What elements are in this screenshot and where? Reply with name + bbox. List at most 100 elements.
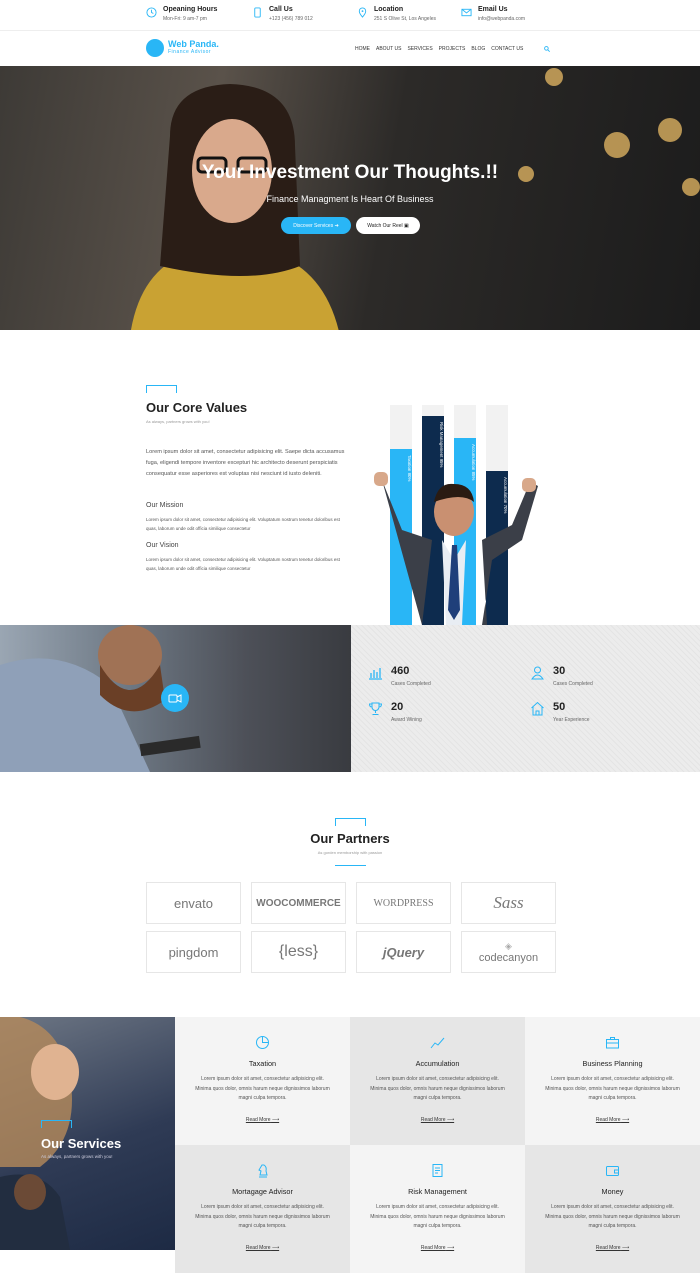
home-icon (531, 701, 544, 716)
briefcase-icon (606, 1037, 619, 1049)
video-icon: ▣ (404, 222, 409, 229)
read-more-label: Read More (595, 1245, 621, 1251)
stats-section: 460 Cases Completed 30 Cases Completed 20 A… (0, 625, 700, 772)
hours-value: Mon-Fri: 9 am-7 pm (163, 16, 207, 22)
arrow-right-icon: ⟶ (271, 1245, 280, 1251)
email-value[interactable]: info@webpanda.com (478, 16, 525, 22)
navbar: Web Panda. Finance Advisor HOME ABOUT US … (0, 30, 700, 66)
top-info-bar: Opeaning Hours Mon-Fri: 9 am-7 pm Call Us… (0, 0, 700, 30)
service-card-taxation[interactable]: Taxation Lorem ipsum dolor sit amet, con… (175, 1017, 350, 1145)
read-more-link[interactable]: Read More ⟶ (175, 1245, 350, 1251)
stats-panel: 460 Cases Completed 30 Cases Completed 20 A… (351, 625, 700, 772)
read-more-label: Read More (420, 1245, 446, 1251)
read-more-link[interactable]: Read More ⟶ (350, 1245, 525, 1251)
stat-number: 50 (553, 701, 566, 713)
location-value: 251 S Olive St, Los Angeles (374, 16, 436, 22)
arrow-right-icon: ⟶ (271, 1117, 280, 1123)
nav-contact[interactable]: CONTACT US (491, 46, 523, 52)
skill-bar-label: Risk Management 95% (439, 422, 444, 468)
partner-logo-less[interactable]: {less} (251, 931, 346, 973)
mission-text: Lorem ipsum dolor sit amet, consectetur … (146, 517, 340, 531)
core-title: Our Core Values (146, 400, 248, 415)
location-title: Location (374, 6, 404, 13)
stat-cases: 460 Cases Completed (368, 665, 431, 687)
stat-number: 20 (391, 701, 404, 713)
search-icon[interactable] (544, 46, 550, 52)
document-icon (432, 1164, 443, 1177)
partner-logo-envato[interactable]: envato (146, 882, 241, 924)
partner-logo-pingdom[interactable]: pingdom (146, 931, 241, 973)
chart-icon (369, 668, 382, 680)
read-more-label: Read More (245, 1245, 271, 1251)
stat-label: Award Wining (391, 717, 422, 723)
call-info: Call Us +123 (456) 789 012 (252, 6, 313, 22)
partner-logo-jquery[interactable]: jQuery (356, 931, 451, 973)
reading-man-photo (0, 625, 351, 772)
nav-projects[interactable]: PROJECTS (439, 46, 466, 52)
arrow-right-icon: ⟶ (621, 1117, 630, 1123)
services-photo: Our Services As always, partners grows w… (0, 1017, 175, 1250)
codecanyon-label: codecanyon (478, 951, 539, 964)
brand-logo[interactable]: Web Panda. Finance Advisor (146, 39, 219, 57)
read-more-label: Read More (245, 1117, 271, 1123)
chess-knight-icon (258, 1164, 268, 1178)
play-video-button[interactable] (161, 684, 189, 712)
nav-home[interactable]: HOME (355, 46, 370, 52)
nav-about[interactable]: ABOUT US (376, 46, 401, 52)
service-title: Money (601, 1187, 624, 1196)
bokeh-light (545, 68, 563, 86)
nav-services[interactable]: SERVICES (407, 46, 432, 52)
mail-icon (461, 8, 472, 17)
main-nav: HOME ABOUT US SERVICES PROJECTS BLOG CON… (355, 46, 523, 52)
title-decoration (146, 385, 177, 393)
read-more-link[interactable]: Read More ⟶ (525, 1117, 700, 1123)
service-card-mortgage-advisor[interactable]: Mortagage Advisor Lorem ipsum dolor sit … (175, 1145, 350, 1273)
stat-label: Cases Completed (553, 681, 593, 687)
read-more-link[interactable]: Read More ⟶ (525, 1245, 700, 1251)
read-more-link[interactable]: Read More ⟶ (175, 1117, 350, 1123)
read-more-link[interactable]: Read More ⟶ (350, 1117, 525, 1123)
bokeh-light (604, 132, 630, 158)
partner-logo-codecanyon[interactable]: ◈ codecanyon (461, 931, 556, 973)
service-title: Risk Management (408, 1187, 467, 1196)
arrow-right-icon: ⟶ (446, 1245, 455, 1251)
discover-services-label: Discover Services (293, 222, 334, 229)
title-decoration (335, 818, 366, 826)
user-icon (531, 666, 544, 680)
services-subtitle: As always, partners grows with you! (41, 1154, 113, 1159)
codecanyon-leaf-icon: ◈ (505, 940, 512, 951)
partner-logo-grid: envato WOOCOMMERCE WORDPRESS Sass pingdo… (146, 882, 556, 973)
watch-reel-button[interactable]: Watch Our Reel ▣ (356, 217, 420, 234)
call-value[interactable]: +123 (456) 789 012 (269, 16, 313, 22)
trophy-icon (368, 702, 383, 715)
partner-logo-woocommerce[interactable]: WOOCOMMERCE (251, 882, 346, 924)
pin-icon (358, 7, 367, 18)
service-card-business-planning[interactable]: Business Planning Lorem ipsum dolor sit … (525, 1017, 700, 1145)
partners-subtitle: As gorden memborship with passion (317, 850, 383, 855)
service-card-accumulation[interactable]: Accumulation Lorem ipsum dolor sit amet,… (350, 1017, 525, 1145)
vision-title: Our Vision (146, 542, 179, 549)
watch-reel-label: Watch Our Reel (367, 222, 403, 229)
read-more-label: Read More (420, 1117, 446, 1123)
bokeh-light (658, 118, 682, 142)
service-desc: Lorem ipsum dolor sit amet, consectetur … (195, 1076, 330, 1101)
arrow-right-icon: ➔ (334, 222, 339, 229)
service-card-money[interactable]: Money Lorem ipsum dolor sit amet, consec… (525, 1145, 700, 1273)
service-card-risk-management[interactable]: Risk Management Lorem ipsum dolor sit am… (350, 1145, 525, 1273)
stat-number: 460 (391, 665, 410, 677)
call-title: Call Us (269, 6, 293, 13)
discover-services-button[interactable]: Discover Services ➔ (281, 217, 351, 234)
service-desc: Lorem ipsum dolor sit amet, consectetur … (545, 1076, 680, 1101)
stat-experience: 50 Year Experience (530, 701, 590, 723)
stat-awards: 20 Award Wining (368, 701, 422, 723)
mission-title: Our Mission (146, 502, 184, 509)
stat-number: 30 (553, 665, 566, 677)
nav-blog[interactable]: BLOG (471, 46, 485, 52)
email-info: Email Us info@webpanda.com (461, 6, 525, 22)
service-title: Business Planning (582, 1059, 643, 1068)
partner-logo-wordpress[interactable]: WORDPRESS (356, 882, 451, 924)
partner-logo-sass[interactable]: Sass (461, 882, 556, 924)
service-title: Accumulation (415, 1059, 460, 1068)
service-desc: Lorem ipsum dolor sit amet, consectetur … (370, 1076, 505, 1101)
service-desc: Lorem ipsum dolor sit amet, consectetur … (370, 1204, 505, 1229)
